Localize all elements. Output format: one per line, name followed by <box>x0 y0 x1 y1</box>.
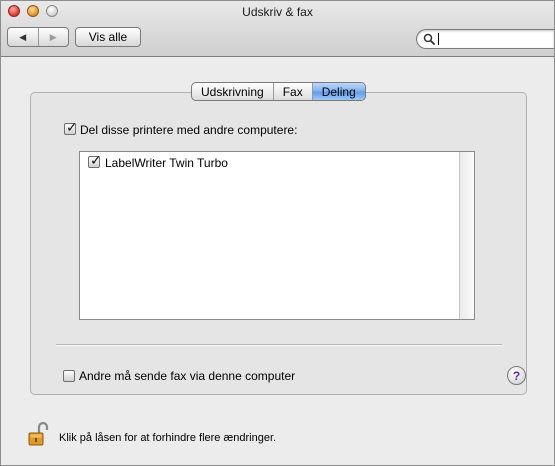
tab-deling[interactable]: Deling <box>312 83 365 100</box>
share-printers-label: Del disse printere med andre computere: <box>80 123 298 137</box>
search-icon <box>423 33 435 45</box>
divider <box>56 344 502 346</box>
back-forward-control: ◀ ▶ <box>7 27 69 47</box>
search-field[interactable] <box>416 29 554 49</box>
tab-bar: Udskrivning Fax Deling <box>191 82 366 101</box>
printer-checkbox[interactable]: ✓ <box>88 152 102 168</box>
preferences-window: Udskriv & fax ◀ ▶ Vis alle Udskrivning F… <box>0 0 555 466</box>
forward-button[interactable]: ▶ <box>39 28 69 46</box>
printer-list <box>79 151 475 320</box>
show-all-button[interactable]: Vis alle <box>75 27 141 47</box>
list-scrollbar[interactable] <box>459 152 474 319</box>
share-printers-checkbox[interactable]: ✓ <box>64 119 78 135</box>
printer-name: LabelWriter Twin Turbo <box>105 156 228 170</box>
tab-udskrivning[interactable]: Udskrivning <box>192 83 274 100</box>
fax-sharing-label: Andre må sende fax via denne computer <box>79 369 296 383</box>
lock-icon[interactable] <box>26 421 52 447</box>
fax-sharing-checkbox[interactable] <box>63 370 75 382</box>
tab-fax[interactable]: Fax <box>274 83 313 100</box>
window-title: Udskriv & fax <box>242 5 313 19</box>
search-input[interactable] <box>439 31 549 47</box>
checkmark-icon: ✓ <box>90 152 102 168</box>
help-icon[interactable]: ? <box>507 366 526 385</box>
back-button[interactable]: ◀ <box>8 28 39 46</box>
checkmark-icon: ✓ <box>66 119 78 135</box>
window-toolbar: Udskriv & fax ◀ ▶ Vis alle <box>1 1 554 57</box>
lock-message: Klik på låsen for at forhindre flere ænd… <box>59 432 277 444</box>
